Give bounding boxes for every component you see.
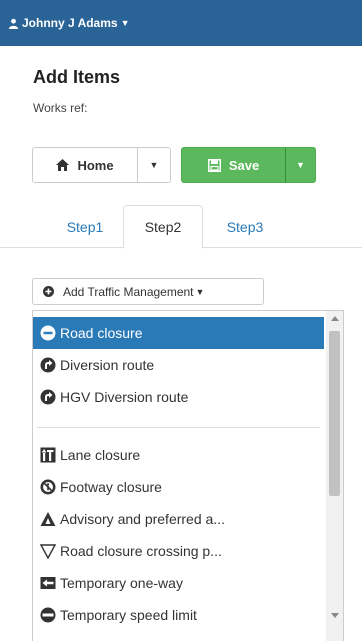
menu-item-label: Advisory and preferred a... [60,511,225,527]
page-title: Add Items [33,67,121,87]
lane-closure-icon [40,447,56,463]
speed-limit-icon [40,607,56,623]
menu-item-label: Lane closure [60,447,141,463]
add-traffic-management-label: Add Traffic Management [63,284,194,299]
menu-item-label: Temporary speed limit [60,607,197,623]
save-icon [207,158,221,172]
chevron-down-icon: ▼ [149,160,159,170]
chevron-down-icon: ▼ [296,160,305,170]
diversion-icon [40,389,56,405]
user-name: Johnny J Adams [22,16,118,30]
save-dropdown-toggle[interactable]: ▼ [285,147,316,183]
plus-circle-icon [43,286,54,297]
user-icon [8,18,19,29]
works-ref-label: Works ref: [33,101,88,115]
menu-item-road-closure[interactable]: Road closure [33,317,324,349]
user-menu[interactable]: Johnny J Adams ▼ [8,16,130,30]
save-label: Save [228,157,260,173]
chevron-down-icon: ▼ [195,286,205,297]
scroll-up-arrow-icon[interactable] [326,315,343,325]
add-traffic-management-button[interactable]: Add Traffic Management ▼ [32,278,264,305]
menu-item-advisory-preferred[interactable]: Advisory and preferred a... [33,503,324,535]
menu-item-label: Road closure crossing p... [60,543,222,559]
chevron-down-icon: ▼ [120,18,130,28]
save-button[interactable]: Save [181,147,286,183]
minus-circle-icon [40,325,56,341]
one-way-icon [40,577,56,589]
home-label: Home [77,157,114,173]
scrollbar-thumb[interactable] [329,331,340,496]
menu-item-lane-closure[interactable]: Lane closure [33,439,324,471]
no-pedestrian-icon [40,479,56,495]
home-dropdown-toggle[interactable]: ▼ [137,147,171,183]
menu-item-label: Diversion route [60,357,155,373]
menu-item-hgv-diversion-route[interactable]: HGV Diversion route [33,381,324,413]
menu-item-road-closure-crossing[interactable]: Road closure crossing p... [33,535,324,567]
menu-item-label: HGV Diversion route [60,389,189,405]
menu-item-temporary-one-way[interactable]: Temporary one-way [33,567,324,599]
menu-item-label: Footway closure [60,479,162,495]
diversion-icon [40,357,56,373]
tab-step1[interactable]: Step1 [47,205,123,248]
menu-item-footway-closure[interactable]: Footway closure [33,471,324,503]
menu-item-label: Road closure [60,325,143,341]
menu-item-temporary-speed-limit[interactable]: Temporary speed limit [33,599,324,631]
menu-item-label: Temporary one-way [60,575,183,591]
tab-step3[interactable]: Step3 [207,205,283,248]
warning-triangle-icon [40,512,56,526]
menu-divider [37,427,320,428]
traffic-management-menu: Road closure Diversion route HGV Diversi… [32,310,344,641]
menu-item-diversion-route[interactable]: Diversion route [33,349,324,381]
tab-step2[interactable]: Step2 [123,205,203,249]
home-button[interactable]: Home [32,147,138,183]
home-icon [56,159,70,171]
triangle-outline-icon [40,544,56,559]
menu-scrollbar[interactable] [326,311,343,641]
top-navbar: Johnny J Adams ▼ [0,0,362,46]
scroll-down-arrow-icon[interactable] [326,613,343,623]
